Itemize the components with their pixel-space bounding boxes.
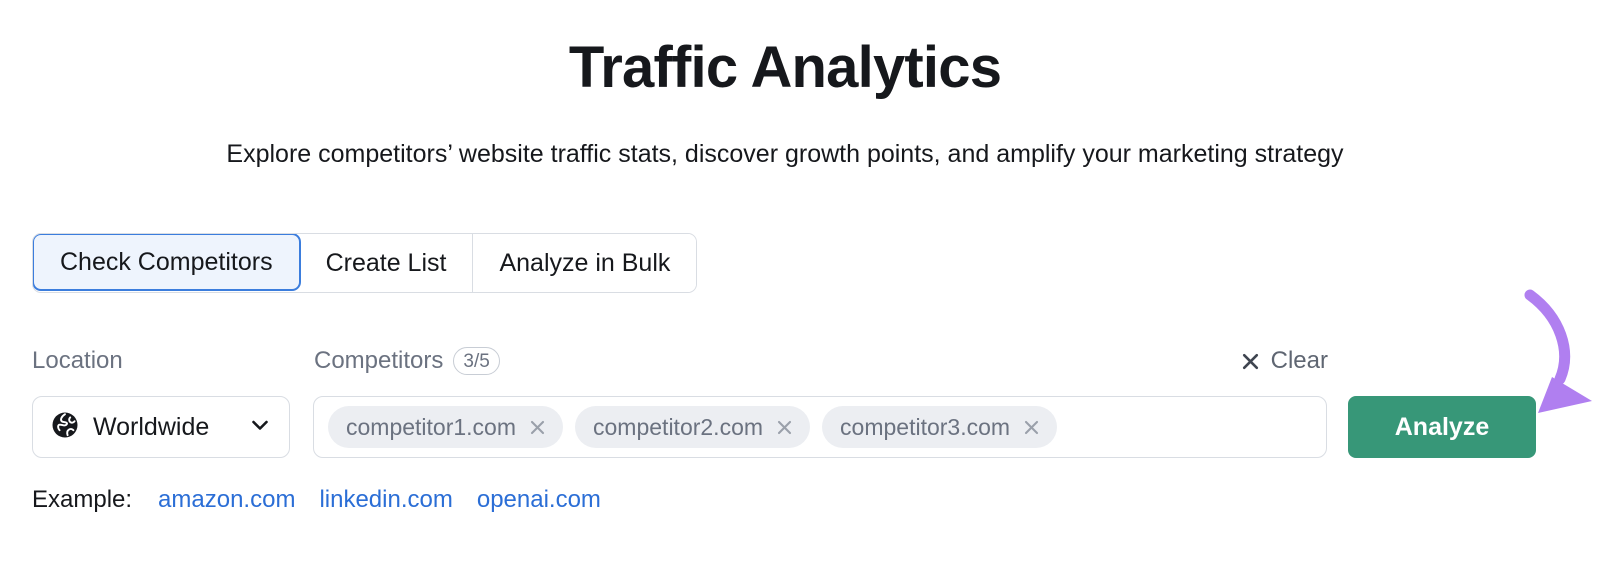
example-label: Example: [32,486,133,513]
field-labels-row: Location Competitors 3/5 Clear [32,344,1328,378]
tab-analyze-in-bulk[interactable]: Analyze in Bulk [473,234,697,292]
location-dropdown[interactable]: Worldwide [32,396,290,458]
page-subtitle: Explore competitors’ website traffic sta… [226,140,1344,168]
tab-create-list[interactable]: Create List [299,234,474,292]
competitor-chip[interactable]: competitor1.com [328,406,564,448]
tab-analyze-in-bulk-label: Analyze in Bulk [499,248,671,277]
competitors-label-group: Competitors 3/5 [314,344,500,378]
competitors-label: Competitors [314,347,444,374]
competitor-chip[interactable]: competitor3.com [822,406,1058,448]
competitors-count-badge: 3/5 [453,347,500,375]
clear-label: Clear [1270,347,1328,374]
competitor-chip[interactable]: competitor2.com [575,406,811,448]
location-label: Location [32,347,123,374]
tab-check-competitors-label: Check Competitors [60,247,273,276]
example-row: Example: amazon.com linkedin.com openai.… [32,486,601,514]
competitor-chip-label: competitor2.com [593,413,764,440]
competitors-text-input[interactable] [1069,406,1312,448]
location-value: Worldwide [93,412,210,441]
close-icon[interactable] [1022,418,1041,437]
page-title: Traffic Analytics [568,35,1002,100]
competitors-input-field[interactable]: competitor1.com competitor2.com competit… [313,396,1327,458]
clear-button[interactable]: Clear [1241,344,1328,378]
traffic-analytics-page: Traffic Analytics Explore competitors’ w… [0,0,1600,570]
competitor-chip-label: competitor1.com [346,413,517,440]
example-link-openai[interactable]: openai.com [477,486,601,514]
example-link-amazon[interactable]: amazon.com [158,486,295,514]
tab-create-list-label: Create List [325,248,447,277]
curved-arrow-icon [1476,283,1600,413]
close-icon [1241,352,1260,371]
analyze-button[interactable]: Analyze [1348,396,1536,458]
competitor-chip-label: competitor3.com [840,413,1011,440]
tab-check-competitors[interactable]: Check Competitors [33,234,301,291]
mode-tab-group: Check Competitors Create List Analyze in… [32,233,698,293]
example-link-linkedin[interactable]: linkedin.com [319,486,452,514]
close-icon[interactable] [775,418,794,437]
close-icon[interactable] [528,418,547,437]
chevron-down-icon [249,414,271,441]
globe-icon [51,411,79,444]
